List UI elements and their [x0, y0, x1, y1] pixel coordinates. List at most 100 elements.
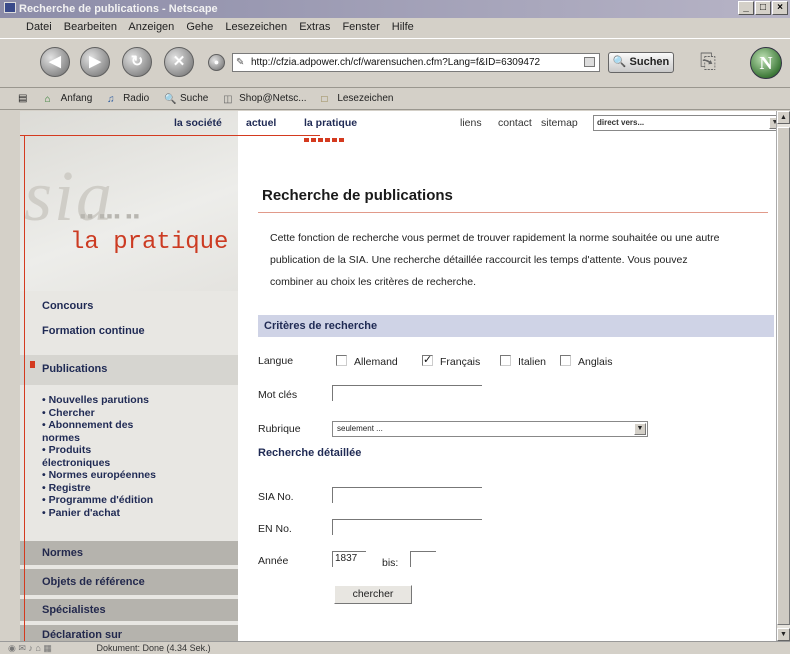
intro-text: Cette fonction de recherche vous permet … — [270, 227, 770, 293]
en-no-input[interactable] — [332, 519, 482, 535]
stop-button[interactable]: ✕ — [164, 47, 194, 77]
menu-gehe[interactable]: Gehe — [186, 21, 213, 33]
submenu-programme[interactable]: • Programme d'édition — [42, 494, 238, 507]
bookmark-suche[interactable]: 🔍 Suche — [164, 93, 214, 105]
submenu-panier[interactable]: • Panier d'achat — [42, 507, 238, 520]
detail-heading: Recherche détaillée — [258, 447, 362, 459]
url-text: http://cfzia.adpower.ch/cf/warensuchen.c… — [251, 57, 541, 68]
bookmark-anfang[interactable]: ⌂ Anfang — [44, 93, 99, 105]
menu-datei[interactable]: Datei — [26, 21, 52, 33]
bookmark-anfang-label: Anfang — [60, 93, 93, 104]
annee-to-input[interactable] — [410, 551, 436, 567]
submenu-abonnement-cont[interactable]: normes — [42, 432, 238, 445]
sidebar-item-declaration[interactable]: Déclaration sur — [20, 625, 238, 641]
submenu-registre[interactable]: • Registre — [42, 482, 238, 495]
menu-bearbeiten[interactable]: Bearbeiten — [64, 21, 117, 33]
util-liens[interactable]: liens — [460, 117, 482, 129]
sidebar-item-publications[interactable]: Publications — [20, 355, 238, 385]
util-sitemap[interactable]: sitemap — [541, 117, 578, 129]
menu-lesezeichen[interactable]: Lesezeichen — [225, 21, 287, 33]
print-icon[interactable]: ⎘ — [700, 51, 716, 74]
intro-line: combiner au choix les critères de recher… — [270, 276, 477, 288]
bis-label: bis: — [382, 557, 399, 569]
forward-button[interactable]: ▶ — [80, 47, 110, 77]
vertical-scrollbar[interactable]: ▲ ▼ — [776, 111, 790, 641]
sidebar-item-formation[interactable]: Formation continue — [20, 321, 238, 341]
sidebar-item-objets[interactable]: Objets de référence — [20, 569, 238, 595]
checkbox-francais[interactable] — [422, 353, 433, 366]
close-button[interactable]: × — [772, 1, 788, 15]
intro-line: Cette fonction de recherche vous permet … — [270, 232, 720, 244]
checkbox-anglais[interactable] — [560, 355, 571, 366]
langue-label: Langue — [258, 355, 294, 367]
window-controls: _ □ × — [737, 1, 788, 15]
back-button[interactable]: ◀ — [40, 47, 70, 77]
minimize-button[interactable]: _ — [738, 1, 754, 15]
search-button[interactable]: 🔍 Suchen — [608, 52, 674, 73]
sidebar-item-concours[interactable]: Concours — [20, 297, 238, 315]
chercher-button[interactable]: chercher — [334, 585, 412, 604]
criteria-heading: Critères de recherche — [258, 315, 774, 337]
status-bar: ◉ ✉ ♪ ⌂ ▦ Dokument: Done (4.34 Sek.) — [0, 641, 790, 654]
menu-fenster[interactable]: Fenster — [342, 21, 379, 33]
sia-no-input[interactable] — [332, 487, 482, 503]
menu-anzeigen[interactable]: Anzeigen — [128, 21, 174, 33]
window-titlebar: Recherche de publications - Netscape _ □ × — [0, 0, 790, 18]
home-button[interactable]: ● — [208, 54, 225, 71]
sidebar-gutter — [0, 111, 20, 641]
submenu-nouvelles-parutions[interactable]: • Nouvelles parutions — [42, 394, 238, 407]
nav-la-pratique[interactable]: la pratique — [304, 117, 357, 129]
annee-label: Année — [258, 555, 289, 567]
maximize-button[interactable]: □ — [755, 1, 771, 15]
bookmark-radio-label: Radio — [123, 93, 150, 104]
direct-vers-value: direct vers... — [597, 118, 645, 127]
search-button-label: Suchen — [629, 56, 670, 68]
left-sidebar: sia ■■ ■■■ ■■ la pratique Concours Forma… — [20, 111, 238, 641]
site-navigation: la société actuel la pratique liens cont… — [174, 111, 776, 131]
rubrique-value: seulement ... — [337, 424, 383, 433]
checkbox-italien[interactable] — [500, 355, 511, 366]
scroll-down-icon[interactable]: ▼ — [777, 628, 790, 641]
hero-decoration: ■■ ■■■ ■■ — [80, 211, 142, 221]
submenu-abonnement[interactable]: • Abonnement des — [42, 419, 238, 432]
web-page: sia ■■ ■■■ ■■ la pratique Concours Forma… — [20, 111, 776, 641]
navigation-toolbar: ◀ ▶ ↻ ✕ ● ✎ http://cfzia.adpower.ch/cf/w… — [0, 38, 790, 88]
direct-vers-select[interactable]: direct vers... ▼ — [593, 115, 776, 131]
submenu-normes-europeennes[interactable]: • Normes européennes — [42, 469, 238, 482]
active-section-indicator — [304, 138, 344, 142]
url-dropdown-icon[interactable] — [584, 57, 595, 67]
sidebar-item-normes[interactable]: Normes — [20, 541, 238, 565]
util-contact[interactable]: contact — [498, 117, 532, 129]
submenu-produits-cont[interactable]: électroniques — [42, 457, 238, 470]
scroll-up-icon[interactable]: ▲ — [777, 111, 790, 124]
annee-from-input[interactable]: 1837 — [332, 551, 366, 567]
bookmark-radio[interactable]: ♫ Radio — [107, 93, 155, 105]
submenu-chercher[interactable]: • Chercher — [42, 407, 238, 420]
page-title: Recherche de publications — [262, 187, 453, 204]
radio-icon: ♫ — [107, 94, 115, 105]
shop-icon: ◫ — [223, 94, 233, 105]
bookmarks-toolbar: ▤ ⌂ Anfang ♫ Radio 🔍 Suche ◫ Shop@Netsc... □… — [0, 88, 790, 110]
menu-hilfe[interactable]: Hilfe — [392, 21, 414, 33]
checkbox-allemand[interactable] — [336, 355, 347, 366]
window-title: Recherche de publications - Netscape — [19, 3, 218, 15]
netscape-app-icon — [4, 2, 16, 13]
checkbox-anglais-label: Anglais — [578, 356, 613, 368]
status-icons: ◉ ✉ ♪ ⌂ ▦ — [8, 643, 52, 653]
reload-button[interactable]: ↻ — [122, 47, 152, 77]
netscape-logo[interactable]: N — [750, 47, 782, 79]
motcles-input[interactable] — [332, 385, 482, 401]
bookmark-shop[interactable]: ◫ Shop@Netsc... — [223, 93, 312, 105]
sidebar-item-specialistes[interactable]: Spécialistes — [20, 599, 238, 621]
nav-actuel[interactable]: actuel — [246, 117, 276, 129]
nav-la-societe[interactable]: la société — [174, 117, 222, 129]
home-bookmark-icon: ⌂ — [44, 94, 51, 105]
menu-extras[interactable]: Extras — [299, 21, 330, 33]
bookmark-suche-label: Suche — [179, 93, 209, 104]
submenu-produits[interactable]: • Produits — [42, 444, 238, 457]
rubrique-select[interactable]: seulement ... ▼ — [332, 421, 648, 437]
bookmark-lesezeichen[interactable]: □ Lesezeichen — [321, 93, 399, 105]
bookmark-tab-icon[interactable]: ▤ — [18, 93, 36, 104]
url-bar[interactable]: ✎ http://cfzia.adpower.ch/cf/warensuchen… — [232, 53, 600, 72]
scroll-thumb[interactable] — [777, 127, 790, 625]
